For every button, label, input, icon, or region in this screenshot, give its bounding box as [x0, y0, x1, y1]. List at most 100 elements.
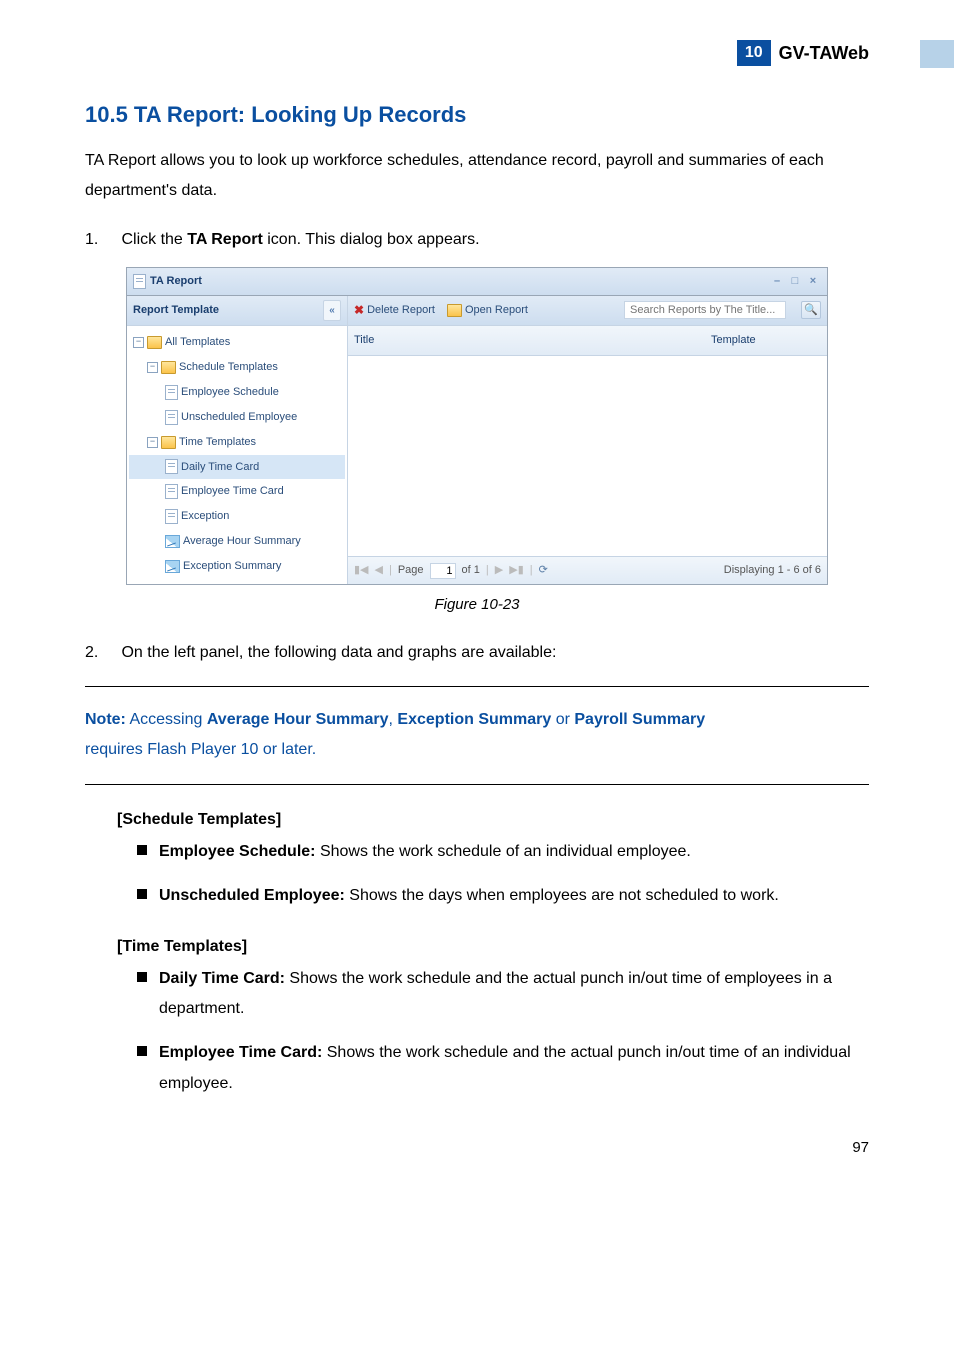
- template-tree: −All Templates −Schedule Templates Emplo…: [127, 326, 347, 584]
- pager-bar: ▮◀ ◀ | Page of 1 | ▶ ▶▮ | ⟳: [348, 556, 827, 584]
- refresh-button[interactable]: ⟳: [539, 560, 548, 581]
- sidebar-header-label: Report Template: [133, 300, 219, 321]
- schedule-templates-head: [Schedule Templates]: [117, 811, 869, 829]
- column-title[interactable]: Title: [354, 330, 711, 351]
- report-icon: [165, 509, 178, 524]
- bullet-text: Shows the days when employees are not sc…: [345, 887, 779, 904]
- folder-icon: [147, 336, 162, 349]
- column-template[interactable]: Template: [711, 330, 821, 351]
- tree-label: All Templates: [165, 332, 230, 353]
- product-name: GV-TAWeb: [779, 43, 869, 64]
- chart-icon: [165, 535, 180, 548]
- bullet-bold: Employee Schedule:: [159, 843, 316, 860]
- report-icon: [165, 385, 178, 400]
- open-report-button[interactable]: Open Report: [447, 300, 528, 321]
- tree-label: Exception: [181, 506, 229, 527]
- note-text-line2: requires Flash Player 10 or later.: [85, 735, 869, 765]
- step-1-bold: TA Report: [187, 231, 263, 248]
- note-rule-bottom: [85, 784, 869, 785]
- step-1: Click the TA Report icon. This dialog bo…: [85, 225, 869, 620]
- minimize-button[interactable]: –: [769, 275, 785, 289]
- note-bold: Average Hour Summary: [207, 711, 389, 728]
- bullet-text: Shows the work schedule of an individual…: [316, 843, 691, 860]
- open-report-label: Open Report: [465, 300, 528, 321]
- expand-toggle-icon[interactable]: −: [147, 437, 158, 448]
- tree-label: Exception Summary: [183, 556, 281, 577]
- delete-report-button[interactable]: ✖Delete Report: [354, 299, 435, 322]
- time-templates-head: [Time Templates]: [117, 938, 869, 956]
- page-of-label: of 1: [462, 560, 480, 581]
- chart-icon: [165, 560, 180, 573]
- intro-paragraph: TA Report allows you to look up workforc…: [85, 146, 869, 207]
- tree-label: Employee Time Card: [181, 481, 284, 502]
- tree-employee-schedule[interactable]: Employee Schedule: [129, 380, 345, 405]
- tree-employee-time-card[interactable]: Employee Time Card: [129, 479, 345, 504]
- note-block: Note: Accessing Average Hour Summary, Ex…: [85, 705, 869, 766]
- window-icon: [133, 274, 146, 289]
- tree-label: Time Templates: [179, 432, 256, 453]
- note-rule-top: [85, 686, 869, 687]
- chapter-badge: 10: [737, 40, 771, 66]
- page-last-button[interactable]: ▶▮: [509, 560, 524, 581]
- grid-column-header: Title Template: [348, 326, 827, 356]
- dialog-title: TA Report: [150, 271, 202, 292]
- step-2: On the left panel, the following data an…: [85, 638, 869, 668]
- note-bold: Exception Summary: [397, 711, 551, 728]
- report-toolbar: ✖Delete Report Open Report 🔍: [348, 296, 827, 326]
- search-icon: 🔍: [804, 300, 818, 321]
- page-next-button[interactable]: ▶: [495, 560, 503, 581]
- page-label: Page: [398, 560, 424, 581]
- report-icon: [165, 484, 178, 499]
- tree-all-templates[interactable]: − All Templates: [129, 330, 345, 355]
- bullet-bold: Employee Time Card:: [159, 1044, 322, 1061]
- displaying-label: Displaying 1 - 6 of 6: [724, 560, 821, 581]
- tree-daily-time-card[interactable]: Daily Time Card: [129, 455, 345, 480]
- page-first-button[interactable]: ▮◀: [354, 560, 369, 581]
- note-label: Note:: [85, 711, 126, 728]
- bullet-bold: Unscheduled Employee:: [159, 887, 345, 904]
- bullet-employee-time-card: Employee Time Card: Shows the work sched…: [117, 1038, 869, 1099]
- search-button[interactable]: 🔍: [801, 301, 821, 319]
- document-header: 10 GV-TAWeb: [85, 40, 869, 66]
- tree-schedule-templates[interactable]: − Schedule Templates: [129, 355, 345, 380]
- tree-unscheduled-employee[interactable]: Unscheduled Employee: [129, 405, 345, 430]
- bullet-daily-time-card: Daily Time Card: Shows the work schedule…: [117, 964, 869, 1025]
- sidebar-header: Report Template «: [127, 296, 347, 326]
- tree-label: Daily Time Card: [181, 457, 259, 478]
- figure-caption: Figure 10-23: [85, 591, 869, 620]
- bullet-unscheduled-employee: Unscheduled Employee: Shows the days whe…: [117, 881, 869, 911]
- note-text: Accessing: [126, 711, 207, 728]
- bullet-bold: Daily Time Card:: [159, 970, 285, 987]
- folder-icon: [161, 436, 176, 449]
- report-template-sidebar: Report Template « −All Templates −Schedu…: [127, 296, 348, 584]
- tree-label: Payroll Templates: [179, 581, 266, 584]
- page-input[interactable]: [430, 563, 456, 579]
- expand-toggle-icon[interactable]: −: [147, 362, 158, 373]
- tree-average-hour-summary[interactable]: Average Hour Summary: [129, 529, 345, 554]
- folder-icon: [161, 361, 176, 374]
- collapse-sidebar-button[interactable]: «: [323, 300, 341, 321]
- tree-label: Unscheduled Employee: [181, 407, 297, 428]
- tree-exception[interactable]: Exception: [129, 504, 345, 529]
- expand-toggle-icon[interactable]: −: [133, 337, 144, 348]
- maximize-button[interactable]: □: [787, 275, 803, 289]
- search-input[interactable]: [628, 303, 782, 317]
- ta-report-dialog: TA Report – □ × Report Template «: [126, 267, 828, 585]
- step-1-text-prefix: Click the: [121, 231, 187, 248]
- bullet-employee-schedule: Employee Schedule: Shows the work schedu…: [117, 837, 869, 867]
- report-icon: [165, 410, 178, 425]
- dialog-title-bar[interactable]: TA Report – □ ×: [127, 268, 827, 296]
- page-prev-button[interactable]: ◀: [375, 560, 383, 581]
- report-grid-body: [348, 356, 827, 556]
- tree-payroll-templates[interactable]: −Payroll Templates: [129, 579, 345, 584]
- close-button[interactable]: ×: [805, 275, 821, 289]
- tree-exception-summary[interactable]: Exception Summary: [129, 554, 345, 579]
- tree-time-templates[interactable]: − Time Templates: [129, 430, 345, 455]
- search-box: [624, 301, 786, 319]
- section-heading: 10.5 TA Report: Looking Up Records: [85, 102, 869, 128]
- delete-icon: ✖: [354, 299, 364, 322]
- page-number: 97: [85, 1139, 869, 1156]
- step-2-text: On the left panel, the following data an…: [121, 644, 556, 661]
- tree-label: Schedule Templates: [179, 357, 278, 378]
- report-main-panel: ✖Delete Report Open Report 🔍 Title Templ…: [348, 296, 827, 584]
